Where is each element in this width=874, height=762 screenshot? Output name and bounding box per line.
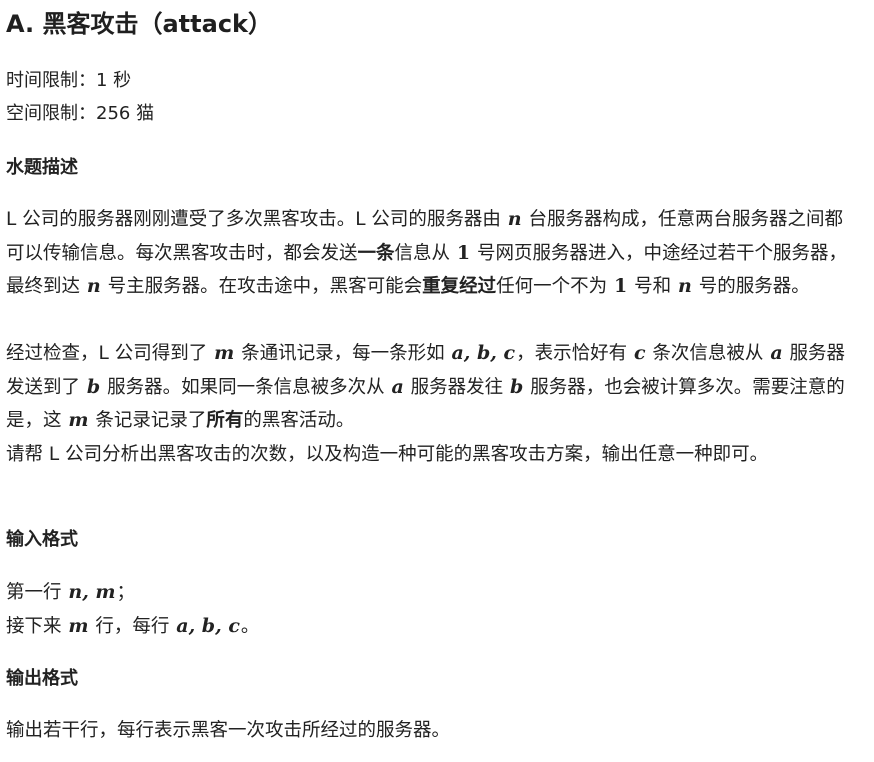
emphasis-one-message: 一条: [357, 242, 395, 264]
text-run: 第一行: [6, 582, 68, 603]
limits-block: 时间限制：1 秒 空间限制：256 猫: [6, 64, 154, 130]
text-run: 条通讯记录，每一条形如: [235, 343, 451, 364]
output-format-heading: 输出格式: [6, 668, 78, 689]
emphasis-repeat: 重复经过: [422, 276, 497, 297]
description-paragraph-2: 经过检查，L 公司得到了 m 条通讯记录，每一条形如 a, b, c，表示恰好有…: [6, 337, 856, 438]
text-run: ；: [116, 582, 136, 603]
text-run: 条记录记录了: [89, 410, 207, 431]
text-run: 服务器发往: [404, 376, 510, 398]
text-run: 经过检查，L 公司得到了: [6, 343, 214, 364]
text-run: L 公司的服务器刚刚遭受了多次黑客攻击。L 公司的服务器由: [6, 209, 507, 230]
math-c: c: [633, 342, 646, 364]
math-m: m: [68, 409, 89, 431]
input-format-heading: 输入格式: [6, 529, 78, 550]
text-run: 的黑客活动。: [243, 410, 355, 431]
emphasis-all: 所有: [206, 410, 244, 431]
math-b: b: [510, 375, 524, 398]
text-run: 任何一个不为: [496, 276, 614, 297]
description-paragraph-1: L 公司的服务器刚刚遭受了多次黑客攻击。L 公司的服务器由 n 台服务器构成，任…: [6, 203, 856, 304]
time-limit: 时间限制：1 秒: [6, 70, 132, 91]
space-limit: 空间限制：256 猫: [6, 103, 155, 124]
problem-page: A. 黑客攻击（attack） 时间限制：1 秒 空间限制：256 猫 水题描述…: [0, 0, 874, 762]
text-run: 条次信息被从: [646, 343, 770, 364]
math-1: 1: [456, 241, 471, 264]
math-a: a: [391, 375, 404, 398]
output-format-body: 输出若干行，每行表示黑客一次攻击所经过的服务器。: [6, 720, 451, 741]
description-heading: 水题描述: [6, 157, 78, 178]
text-run: 号和: [628, 276, 678, 297]
math-n: n: [507, 208, 522, 230]
text-run: 服务器。如果同一条信息被多次从: [101, 376, 391, 398]
text-run: 号主服务器。在攻击途中，黑客可能会: [101, 276, 423, 297]
math-abc: a, b, c: [176, 614, 240, 637]
description-paragraph-3: 请帮 L 公司分析出黑客攻击的次数，以及构造一种可能的黑客攻击方案，输出任意一种…: [6, 444, 769, 465]
text-run: 行，每行: [89, 615, 176, 637]
math-m: m: [214, 342, 235, 364]
math-1: 1: [614, 275, 628, 297]
input-format-body: 第一行 n, m； 接下来 m 行，每行 a, b, c。: [6, 576, 856, 643]
math-b: b: [86, 375, 101, 398]
math-nm: n, m: [68, 581, 116, 603]
text-run: 号的服务器。: [692, 276, 810, 297]
math-n: n: [678, 275, 692, 297]
text-run: 。: [240, 615, 260, 637]
problem-title: A. 黑客攻击（attack）: [6, 10, 273, 38]
text-run: ，表示恰好有: [516, 343, 633, 364]
text-run: 信息从: [394, 242, 456, 264]
math-abc: a, b, c: [451, 342, 516, 364]
math-m: m: [68, 614, 89, 637]
math-n: n: [86, 275, 101, 297]
math-a: a: [770, 342, 783, 364]
text-run: 接下来: [6, 615, 68, 637]
